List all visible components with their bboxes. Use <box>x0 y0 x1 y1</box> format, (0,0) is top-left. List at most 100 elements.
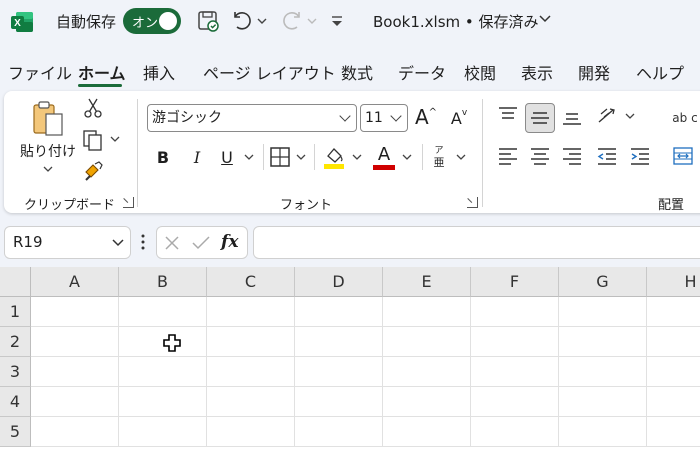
cell-f2[interactable] <box>471 327 559 357</box>
tab-help[interactable]: ヘルプ <box>636 60 684 84</box>
cell-e4[interactable] <box>383 387 471 417</box>
row-header-5[interactable]: 5 <box>0 417 31 447</box>
paste-chevron-down-icon[interactable] <box>43 165 53 173</box>
fill-color-chevron-icon[interactable] <box>352 152 362 162</box>
cell-h4[interactable] <box>647 387 700 417</box>
column-header-g[interactable]: G <box>559 267 647 297</box>
enter-check-icon[interactable] <box>191 234 211 252</box>
align-left-icon[interactable] <box>497 146 519 166</box>
column-header-h[interactable]: H <box>647 267 700 297</box>
orientation-chevron-icon[interactable] <box>625 111 635 121</box>
decrease-indent-icon[interactable] <box>596 146 618 166</box>
font-name-select[interactable]: 游ゴシック <box>147 104 357 132</box>
cell-d4[interactable] <box>295 387 383 417</box>
cell-f3[interactable] <box>471 357 559 387</box>
bold-button[interactable]: B <box>152 145 174 169</box>
cell-e2[interactable] <box>383 327 471 357</box>
cell-d1[interactable] <box>295 297 383 327</box>
select-all-corner[interactable] <box>0 267 31 297</box>
save-icon[interactable] <box>195 8 221 34</box>
customize-toolbar-icon[interactable] <box>327 8 347 34</box>
font-size-select[interactable]: 11 <box>360 104 408 132</box>
cell-h1[interactable] <box>647 297 700 327</box>
name-box-chevron-icon[interactable] <box>112 238 124 248</box>
align-right-icon[interactable] <box>561 146 583 166</box>
cell-c1[interactable] <box>207 297 295 327</box>
underline-button[interactable]: U <box>216 145 238 169</box>
insert-function-button[interactable]: fx <box>221 232 238 252</box>
cell-h5[interactable] <box>647 417 700 447</box>
cell-c3[interactable] <box>207 357 295 387</box>
clipboard-dialog-launcher-icon[interactable] <box>123 197 134 208</box>
font-dialog-launcher-icon[interactable] <box>467 197 478 208</box>
column-header-d[interactable]: D <box>295 267 383 297</box>
chevron-down-icon[interactable] <box>538 12 552 26</box>
cell-a3[interactable] <box>31 357 119 387</box>
cell-a1[interactable] <box>31 297 119 327</box>
tab-insert[interactable]: 挿入 <box>143 60 175 84</box>
row-header-2[interactable]: 2 <box>0 327 31 357</box>
cell-f4[interactable] <box>471 387 559 417</box>
borders-chevron-icon[interactable] <box>296 152 306 162</box>
document-title[interactable]: Book1.xlsm • 保存済み <box>373 11 539 32</box>
cell-e5[interactable] <box>383 417 471 447</box>
cell-g5[interactable] <box>559 417 647 447</box>
tab-view[interactable]: 表示 <box>521 60 553 84</box>
font-color-button[interactable]: A <box>372 143 396 171</box>
column-header-b[interactable]: B <box>119 267 207 297</box>
column-header-a[interactable]: A <box>31 267 119 297</box>
tab-page-layout[interactable]: ページ レイアウト <box>203 60 336 84</box>
copy-icon[interactable] <box>81 128 105 152</box>
merge-center-icon[interactable] <box>672 146 694 166</box>
cell-c5[interactable] <box>207 417 295 447</box>
bottom-align-icon[interactable] <box>561 107 583 127</box>
increase-indent-icon[interactable] <box>629 146 651 166</box>
fill-color-icon[interactable] <box>322 144 346 170</box>
cell-e3[interactable] <box>383 357 471 387</box>
top-align-icon[interactable] <box>497 105 519 125</box>
paste-button[interactable]: 貼り付け <box>20 97 76 175</box>
phonetic-guide-button[interactable]: ア 亜 <box>428 143 450 171</box>
cell-f1[interactable] <box>471 297 559 327</box>
tab-file[interactable]: ファイル <box>8 60 72 84</box>
undo-dropdown-chevron-icon[interactable] <box>255 8 269 34</box>
cell-a2[interactable] <box>31 327 119 357</box>
row-header-1[interactable]: 1 <box>0 297 31 327</box>
font-color-chevron-icon[interactable] <box>402 152 412 162</box>
autosave-toggle[interactable]: オン <box>123 8 181 34</box>
cell-c2[interactable] <box>207 327 295 357</box>
cell-g1[interactable] <box>559 297 647 327</box>
increase-font-size-button[interactable]: A ^ <box>414 103 438 131</box>
formula-input[interactable] <box>253 226 700 259</box>
cell-f5[interactable] <box>471 417 559 447</box>
align-center-icon[interactable] <box>529 146 551 166</box>
cell-b1[interactable] <box>119 297 207 327</box>
orientation-icon[interactable] <box>595 104 619 128</box>
cancel-icon[interactable] <box>163 234 181 252</box>
middle-align-button[interactable] <box>525 103 555 133</box>
row-header-3[interactable]: 3 <box>0 357 31 387</box>
cell-g4[interactable] <box>559 387 647 417</box>
cell-d5[interactable] <box>295 417 383 447</box>
tab-review[interactable]: 校閲 <box>464 60 496 84</box>
cell-b4[interactable] <box>119 387 207 417</box>
more-options-icon[interactable] <box>141 234 145 250</box>
cell-e1[interactable] <box>383 297 471 327</box>
tab-home[interactable]: ホーム <box>78 60 126 84</box>
italic-button[interactable]: I <box>186 145 208 169</box>
name-box[interactable]: R19 <box>4 226 131 259</box>
cell-g3[interactable] <box>559 357 647 387</box>
column-header-f[interactable]: F <box>471 267 559 297</box>
tab-developer[interactable]: 開発 <box>578 60 610 84</box>
undo-icon[interactable] <box>229 8 255 34</box>
cut-icon[interactable] <box>82 97 104 119</box>
cell-g2[interactable] <box>559 327 647 357</box>
cell-h2[interactable] <box>647 327 700 357</box>
tab-data[interactable]: データ <box>398 60 446 84</box>
borders-icon[interactable] <box>269 146 291 168</box>
underline-chevron-icon[interactable] <box>244 152 254 162</box>
cell-a5[interactable] <box>31 417 119 447</box>
cell-h3[interactable] <box>647 357 700 387</box>
worksheet-grid[interactable]: A B C D E F G H 1 2 3 4 5 <box>0 267 700 452</box>
cell-d2[interactable] <box>295 327 383 357</box>
